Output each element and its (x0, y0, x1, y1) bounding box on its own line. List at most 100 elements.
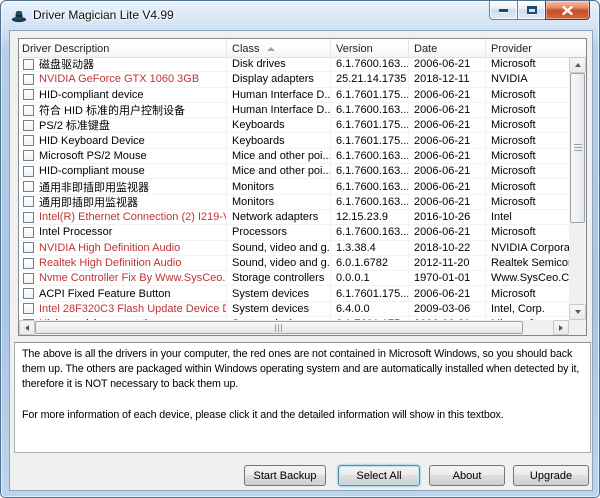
column-header-version[interactable]: Version (331, 39, 409, 57)
driver-date: 2006-06-21 (409, 179, 486, 193)
table-row[interactable]: Realtek High Definition Audio Sound, vid… (19, 256, 569, 271)
driver-class: Network adapters (227, 210, 331, 224)
table-row[interactable]: 符合 HID 标准的用户控制设备 Human Interface D... 6.… (19, 103, 569, 118)
horizontal-scroll-thumb[interactable] (35, 321, 523, 334)
table-row[interactable]: 通用非即插即用监视器 Monitors 6.1.7600.163... 2006… (19, 179, 569, 194)
table-row[interactable]: 磁盘驱动器 Disk drives 6.1.7600.163... 2006-0… (19, 57, 569, 72)
driver-class: Keyboards (227, 118, 331, 132)
row-checkbox[interactable] (23, 288, 34, 299)
driver-date: 2018-10-22 (409, 241, 486, 255)
table-row[interactable]: HID-compliant device Human Interface D..… (19, 88, 569, 103)
select-all-button[interactable]: Select All (338, 465, 420, 486)
driver-version: 6.4.0.0 (331, 302, 409, 316)
driver-provider: Microsoft (486, 179, 569, 193)
table-row[interactable]: PS/2 标准键盘 Keyboards 6.1.7601.175... 2006… (19, 118, 569, 133)
driver-description: 通用即插即用监视器 (39, 195, 138, 209)
paragraph-gap (22, 393, 583, 408)
list-header: Driver Description Class Version Date Pr… (19, 39, 586, 58)
row-checkbox[interactable] (23, 212, 34, 223)
row-checkbox[interactable] (23, 89, 34, 100)
row-checkbox[interactable] (23, 273, 34, 284)
row-checkbox[interactable] (23, 105, 34, 116)
driver-version: 6.1.7601.175... (331, 286, 409, 300)
table-body: 磁盘驱动器 Disk drives 6.1.7600.163... 2006-0… (19, 57, 569, 320)
row-checkbox[interactable] (23, 135, 34, 146)
scroll-right-button[interactable] (553, 320, 569, 335)
table-row[interactable]: Nvme Controller Fix By Www.SysCeo.Com St… (19, 271, 569, 286)
row-checkbox[interactable] (23, 242, 34, 253)
scroll-down-button[interactable] (569, 304, 586, 320)
table-row[interactable]: Intel Processor Processors 6.1.7600.163.… (19, 225, 569, 240)
table-row[interactable]: 通用即插即用监视器 Monitors 6.1.7600.163... 2006-… (19, 195, 569, 210)
driver-version: 6.0.1.6782 (331, 256, 409, 270)
close-button[interactable] (545, 1, 590, 20)
driver-description: 符合 HID 标准的用户控制设备 (39, 103, 185, 117)
driver-class: Display adapters (227, 72, 331, 86)
scroll-up-button[interactable] (569, 57, 586, 73)
table-row[interactable]: NVIDIA GeForce GTX 1060 3GB Display adap… (19, 72, 569, 87)
driver-class: System devices (227, 302, 331, 316)
driver-description: 磁盘驱动器 (39, 57, 94, 71)
driver-class: Mice and other poi... (227, 164, 331, 178)
driver-date: 2009-03-06 (409, 302, 486, 316)
table-row[interactable]: Intel 28F320C3 Flash Update Device Driv.… (19, 302, 569, 317)
vertical-scroll-thumb[interactable] (570, 73, 585, 223)
driver-date: 2006-06-21 (409, 286, 486, 300)
driver-description: Intel 28F320C3 Flash Update Device Driv.… (39, 303, 227, 315)
column-header-driver-description[interactable]: Driver Description (19, 39, 227, 57)
driver-version: 6.1.7601.175... (331, 133, 409, 147)
table-row[interactable]: HID Keyboard Device Keyboards 6.1.7601.1… (19, 133, 569, 148)
table-row[interactable]: Microsoft PS/2 Mouse Mice and other poi.… (19, 149, 569, 164)
driver-provider: Microsoft (486, 133, 569, 147)
driver-date: 2016-10-26 (409, 210, 486, 224)
row-checkbox[interactable] (23, 258, 34, 269)
driver-date: 1970-01-01 (409, 271, 486, 285)
row-checkbox[interactable] (23, 150, 34, 161)
row-checkbox[interactable] (23, 166, 34, 177)
arrow-up-icon (575, 63, 581, 67)
info-paragraph-2: For more information of each device, ple… (22, 408, 583, 423)
scrollbar-corner (569, 320, 586, 335)
start-backup-button[interactable]: Start Backup (244, 465, 326, 486)
row-checkbox[interactable] (23, 181, 34, 192)
title-bar[interactable]: Driver Magician Lite V4.99 (1, 1, 599, 30)
driver-description: HID-compliant mouse (39, 165, 145, 177)
driver-class: Processors (227, 225, 331, 239)
info-paragraph-1: The above is all the drivers in your com… (22, 347, 583, 393)
row-checkbox[interactable] (23, 59, 34, 70)
table-row[interactable]: ACPI Fixed Feature Button System devices… (19, 286, 569, 301)
minimize-button[interactable] (489, 1, 518, 20)
driver-class: Disk drives (227, 57, 331, 71)
column-header-date[interactable]: Date (409, 39, 486, 57)
row-checkbox[interactable] (23, 196, 34, 207)
driver-provider: Microsoft (486, 164, 569, 178)
about-button[interactable]: About (429, 465, 505, 486)
vertical-scrollbar[interactable] (569, 57, 586, 320)
maximize-button[interactable] (517, 1, 546, 20)
app-window: Driver Magician Lite V4.99 Driver Descri… (0, 0, 600, 498)
info-textbox[interactable]: The above is all the drivers in your com… (14, 342, 591, 453)
column-header-provider[interactable]: Provider (486, 39, 569, 57)
driver-version: 6.1.7600.163... (331, 103, 409, 117)
row-checkbox[interactable] (23, 120, 34, 131)
driver-class: Monitors (227, 195, 331, 209)
row-checkbox[interactable] (23, 303, 34, 314)
minimize-icon (499, 9, 508, 12)
upgrade-button[interactable]: Upgrade (513, 465, 589, 486)
app-logo-magician-hat-icon (11, 8, 27, 24)
driver-description: 通用非即插即用监视器 (39, 179, 149, 193)
table-row[interactable]: NVIDIA High Definition Audio Sound, vide… (19, 241, 569, 256)
table-row[interactable]: Intel(R) Ethernet Connection (2) I219-V … (19, 210, 569, 225)
column-header-class[interactable]: Class (227, 39, 331, 57)
driver-description: Intel Processor (39, 226, 112, 238)
table-row[interactable]: HID-compliant mouse Mice and other poi..… (19, 164, 569, 179)
driver-provider: Microsoft (486, 149, 569, 163)
close-icon (562, 6, 573, 15)
maximize-icon (527, 6, 537, 14)
row-checkbox[interactable] (23, 74, 34, 85)
row-checkbox[interactable] (23, 227, 34, 238)
driver-version: 0.0.0.1 (331, 271, 409, 285)
horizontal-scrollbar[interactable] (19, 320, 569, 335)
scroll-left-button[interactable] (19, 320, 35, 335)
driver-description: HID Keyboard Device (39, 135, 145, 147)
